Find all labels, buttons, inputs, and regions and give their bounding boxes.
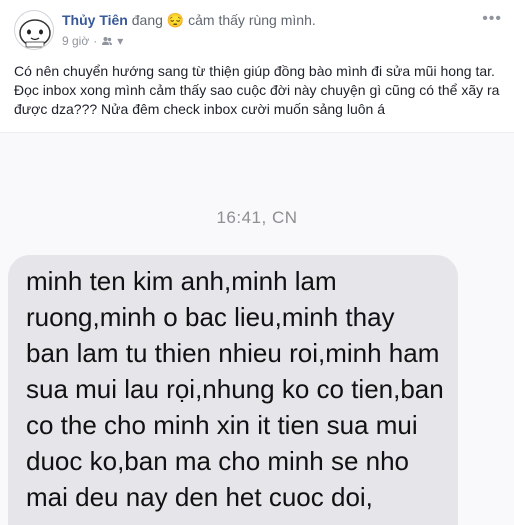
- more-options-button[interactable]: •••: [482, 10, 502, 28]
- post-text-line: được dza??? Nửa đêm check inbox cười muố…: [14, 101, 386, 117]
- message-timestamp: 16:41, CN: [216, 208, 298, 227]
- avatar-cartoon-icon: [19, 19, 51, 48]
- post-text-line: Có nên chuyển hướng sang từ thiện giúp đ…: [14, 63, 495, 79]
- message-line: minh ten kim anh,minh lam: [26, 266, 337, 296]
- feeling-text: cảm thấy rùng mình.: [188, 12, 316, 28]
- message-line: ruong,minh o bac lieu,minh thay: [26, 302, 395, 332]
- author-line: Thủy Tiên đang 😔 cảm thấy rùng mình.: [62, 12, 316, 29]
- message-text: minh ten kim anh,minh lam ruong,minh o b…: [26, 263, 466, 515]
- message-line: co the cho minh xin it tien sua mui: [26, 410, 418, 440]
- post-text-line: Đọc inbox xong mình cảm thấy sao cuộc đờ…: [14, 82, 500, 98]
- message-line: sua mui lau rọi,nhung ko co tien,ban: [26, 374, 444, 404]
- post-header: Thủy Tiên đang 😔 cảm thấy rùng mình. 9 g…: [0, 0, 514, 56]
- message-screenshot-image[interactable]: 16:41, CN minh ten kim anh,minh lam ruon…: [0, 132, 514, 525]
- message-line: mai deu nay den het cuoc doi,: [26, 482, 373, 512]
- audience-dropdown-icon[interactable]: ▾: [117, 34, 123, 48]
- author-name[interactable]: Thủy Tiên: [62, 12, 128, 28]
- post-time[interactable]: 9 giờ: [62, 34, 89, 48]
- post-text: Có nên chuyển hướng sang từ thiện giúp đ…: [14, 62, 504, 119]
- message-line: duoc ko,ban ma cho minh se nho: [26, 446, 410, 476]
- post-meta: 9 giờ · ▾: [62, 34, 123, 48]
- audience-friends-icon[interactable]: [101, 35, 113, 47]
- message-bubble: minh ten kim anh,minh lam ruong,minh o b…: [8, 255, 458, 525]
- activity-prefix: đang: [131, 12, 163, 28]
- meta-separator: ·: [93, 34, 98, 48]
- message-line: ban lam tu thien nhieu roi,minh ham: [26, 338, 440, 368]
- author-avatar[interactable]: [14, 10, 54, 50]
- feeling-emoji: 😔: [166, 12, 185, 28]
